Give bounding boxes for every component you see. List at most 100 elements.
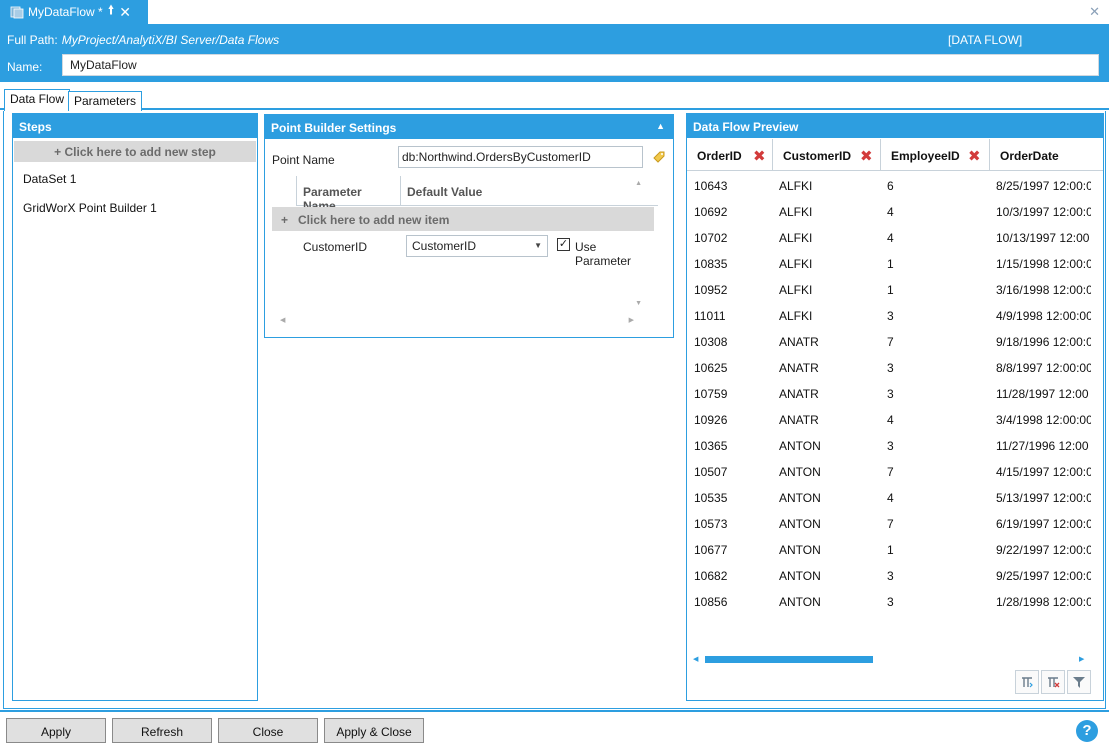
apply-and-close-button[interactable]: Apply & Close: [324, 718, 424, 743]
table-cell: 1/15/1998 12:00:0: [996, 257, 1091, 271]
step-item-dataset[interactable]: DataSet 1: [13, 162, 257, 191]
table-row[interactable]: 10308 ANATR 7 9/18/1996 12:00:0: [687, 328, 1091, 354]
apply-button[interactable]: Apply: [6, 718, 106, 743]
scroll-up-icon[interactable]: ▲: [635, 180, 642, 187]
table-cell: 7: [887, 465, 894, 479]
table-cell: 6: [887, 179, 894, 193]
table-row[interactable]: 10702 ALFKI 4 10/13/1997 12:00: [687, 224, 1091, 250]
clear-columns-icon[interactable]: [1041, 670, 1065, 694]
column-header-customerid[interactable]: CustomerID ✖: [773, 139, 881, 171]
column-header-orderdate[interactable]: OrderDate: [990, 139, 1090, 171]
table-cell: 6/19/1997 12:00:0: [996, 517, 1091, 531]
table-row[interactable]: 10535 ANTON 4 5/13/1997 12:00:0: [687, 484, 1091, 510]
name-label: Name:: [7, 60, 43, 74]
table-cell: 10926: [694, 413, 728, 427]
table-row[interactable]: 10682 ANTON 3 9/25/1997 12:00:0: [687, 562, 1091, 588]
pin-icon[interactable]: 🠙: [108, 1, 115, 23]
table-cell: 5/13/1997 12:00:0: [996, 491, 1091, 505]
tab-data-flow[interactable]: Data Flow: [4, 89, 71, 111]
table-row[interactable]: 10507 ANTON 7 4/15/1997 12:00:0: [687, 458, 1091, 484]
full-path: Full Path: MyProject/AnalytiX/BI Server/D…: [7, 33, 279, 47]
table-cell: ANTON: [779, 465, 821, 479]
column-chooser-icon[interactable]: [1015, 670, 1039, 694]
column-header-label: CustomerID: [783, 149, 852, 163]
document-tab[interactable]: MyDataFlow * 🠙 ✕: [0, 0, 148, 24]
table-cell: 4/15/1997 12:00:0: [996, 465, 1091, 479]
use-parameter-checkbox[interactable]: ✓: [557, 238, 570, 251]
table-row[interactable]: 10643 ALFKI 6 8/25/1997 12:00:0: [687, 172, 1091, 198]
table-cell: 9/18/1996 12:00:0: [996, 335, 1091, 349]
vertical-scrollbar[interactable]: [1091, 172, 1103, 650]
table-cell: 1: [887, 257, 894, 271]
table-cell: ANTON: [779, 491, 821, 505]
scroll-down-icon[interactable]: ▼: [635, 300, 642, 307]
column-header-parameter-name[interactable]: Parameter Name: [296, 176, 400, 213]
table-row[interactable]: 10856 ANTON 3 1/28/1998 12:00:0: [687, 588, 1091, 614]
add-item-button[interactable]: + Click here to add new item: [272, 207, 654, 231]
table-cell: 10643: [694, 179, 728, 193]
scroll-left-icon[interactable]: ◀: [280, 316, 285, 324]
remove-column-icon[interactable]: ✖: [753, 147, 766, 165]
point-name-label: Point Name: [272, 153, 335, 167]
table-cell: ANTON: [779, 517, 821, 531]
table-row[interactable]: 10677 ANTON 1 9/22/1997 12:00:0: [687, 536, 1091, 562]
remove-column-icon[interactable]: ✖: [860, 147, 873, 165]
table-cell: 3: [887, 387, 894, 401]
dataflow-icon: [10, 5, 24, 19]
collapse-icon[interactable]: ▲: [656, 121, 665, 131]
scroll-right-icon[interactable]: ▶: [1079, 655, 1084, 663]
window-close-icon[interactable]: ✕: [1089, 4, 1100, 20]
filter-icon[interactable]: [1067, 670, 1091, 694]
table-cell: ALFKI: [779, 283, 813, 297]
close-icon[interactable]: ✕: [119, 4, 131, 21]
table-cell: ALFKI: [779, 205, 813, 219]
table-cell: 11011: [694, 309, 726, 323]
horizontal-scrollbar[interactable]: [693, 654, 1087, 664]
scrollbar-thumb[interactable]: [705, 656, 873, 663]
table-cell: 10856: [694, 595, 728, 609]
step-item-point-builder[interactable]: GridWorX Point Builder 1: [13, 191, 257, 220]
point-name-input[interactable]: db:Northwind.OrdersByCustomerID: [398, 146, 643, 168]
table-cell: 8/25/1997 12:00:0: [996, 179, 1091, 193]
document-tab-title: MyDataFlow *: [28, 5, 103, 19]
column-header-label: OrderDate: [1000, 149, 1059, 163]
name-input[interactable]: MyDataFlow: [62, 54, 1099, 76]
table-row[interactable]: 10625 ANATR 3 8/8/1997 12:00:00: [687, 354, 1091, 380]
table-cell: 4: [887, 231, 894, 245]
tab-parameters[interactable]: Parameters: [68, 91, 143, 111]
tag-browse-icon[interactable]: [652, 150, 666, 167]
table-row[interactable]: 10835 ALFKI 1 1/15/1998 12:00:0: [687, 250, 1091, 276]
table-cell: ANTON: [779, 569, 821, 583]
help-icon[interactable]: ?: [1076, 720, 1098, 742]
table-row[interactable]: 10365 ANTON 3 11/27/1996 12:00: [687, 432, 1091, 458]
column-header-orderid[interactable]: OrderID ✖: [687, 139, 773, 171]
parameter-name-cell[interactable]: CustomerID: [303, 240, 367, 254]
close-button[interactable]: Close: [218, 718, 318, 743]
table-cell: 10759: [694, 387, 728, 401]
table-row[interactable]: 10573 ANTON 7 6/19/1997 12:00:0: [687, 510, 1091, 536]
footer: Apply Refresh Close Apply & Close ?: [0, 710, 1109, 744]
table-row[interactable]: 11011 ALFKI 3 4/9/1998 12:00:00: [687, 302, 1091, 328]
object-type-label: [DATA FLOW]: [948, 33, 1023, 47]
scroll-right-icon[interactable]: ▶: [629, 316, 634, 324]
remove-column-icon[interactable]: ✖: [968, 147, 981, 165]
table-cell: ANTON: [779, 595, 821, 609]
column-header-employeeid[interactable]: EmployeeID ✖: [881, 139, 990, 171]
table-cell: 8/8/1997 12:00:00: [996, 361, 1091, 375]
table-row[interactable]: 10759 ANATR 3 11/28/1997 12:00: [687, 380, 1091, 406]
table-cell: 10535: [694, 491, 728, 505]
table-cell: 10692: [694, 205, 728, 219]
table-cell: ANATR: [779, 387, 819, 401]
full-path-label: Full Path:: [7, 33, 58, 47]
column-header-default-value[interactable]: Default Value: [400, 176, 654, 206]
default-value-select[interactable]: CustomerID ▼: [406, 235, 548, 257]
refresh-button[interactable]: Refresh: [112, 718, 212, 743]
steps-title: Steps: [13, 114, 257, 138]
add-step-button[interactable]: + Click here to add new step: [14, 141, 256, 162]
table-row[interactable]: 10926 ANATR 4 3/4/1998 12:00:00: [687, 406, 1091, 432]
table-cell: 11/28/1997 12:00: [996, 387, 1089, 401]
table-cell: 10677: [694, 543, 728, 557]
table-row[interactable]: 10692 ALFKI 4 10/3/1997 12:00:0: [687, 198, 1091, 224]
table-cell: 7: [887, 335, 894, 349]
table-row[interactable]: 10952 ALFKI 1 3/16/1998 12:00:0: [687, 276, 1091, 302]
